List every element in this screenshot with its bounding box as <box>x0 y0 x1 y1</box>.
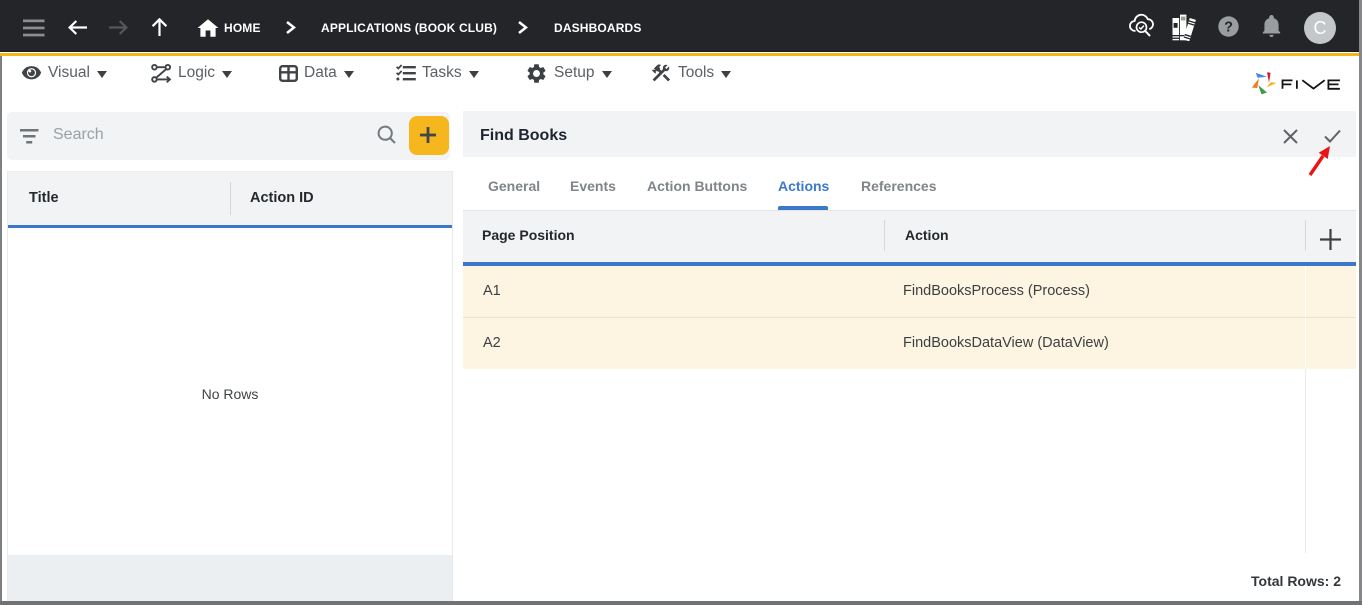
svg-text:?: ? <box>1224 20 1233 36</box>
